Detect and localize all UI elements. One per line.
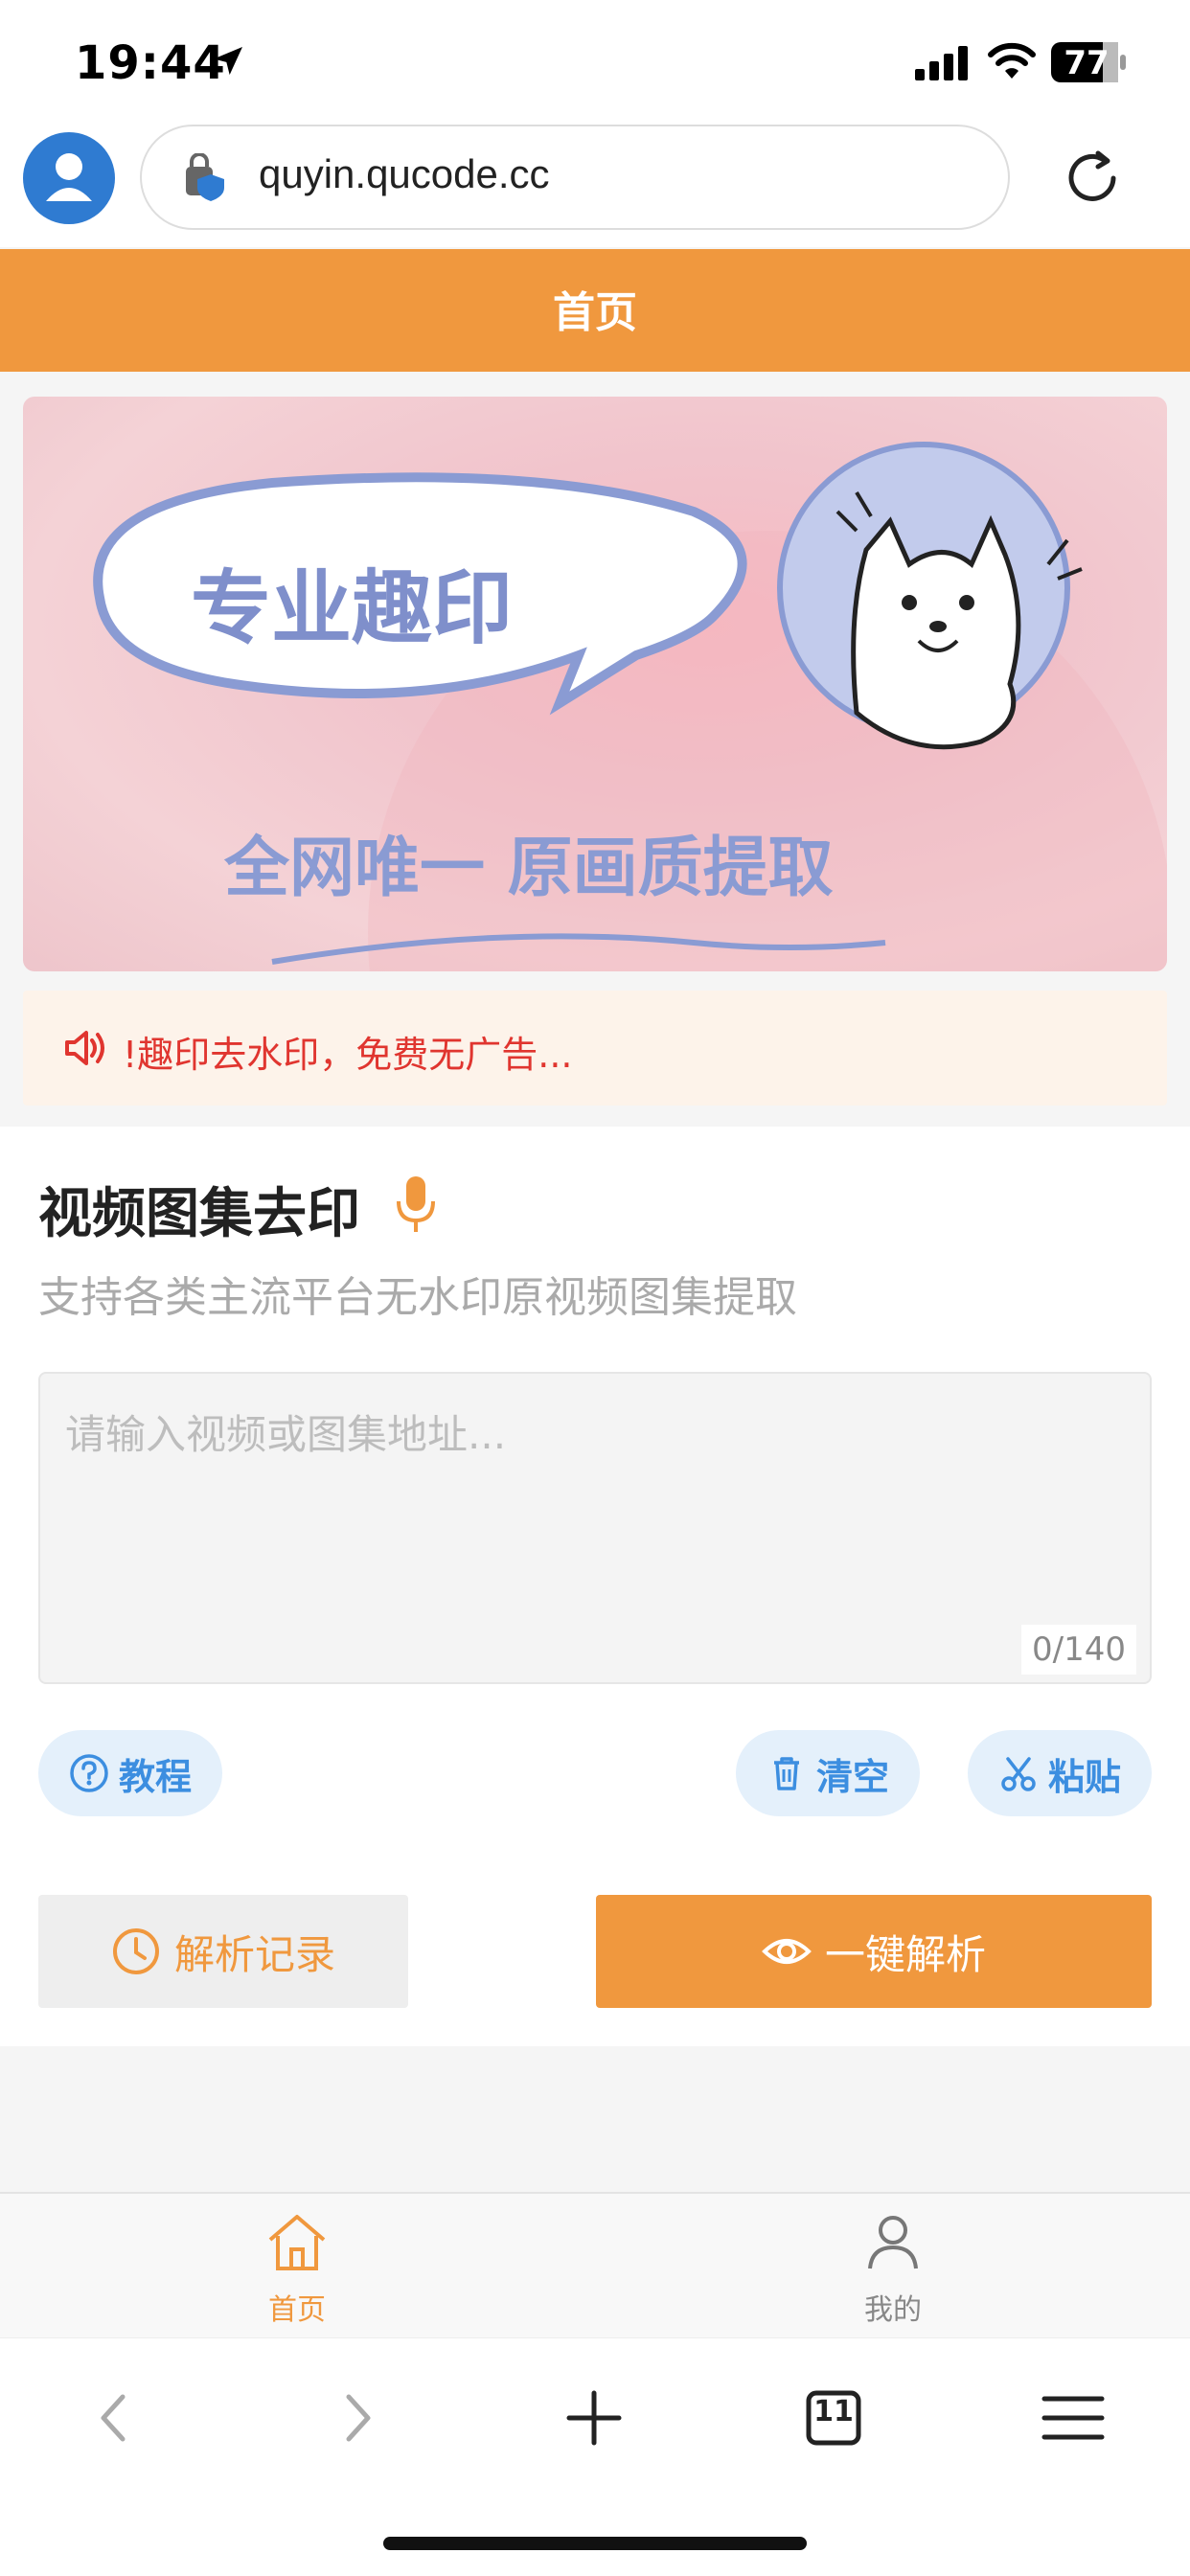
- tab-mine-label: 我的: [864, 2293, 922, 2327]
- forward-chevron-icon[interactable]: [318, 2380, 395, 2456]
- card-title: 视频图集去印: [38, 1183, 360, 1245]
- location-arrow-icon: [214, 47, 242, 76]
- promo-banner[interactable]: 专业趣印 全网唯一 原画质提取: [23, 397, 1167, 971]
- wifi-icon: [988, 42, 1036, 79]
- clear-label: 清空: [815, 1755, 889, 1798]
- reload-icon[interactable]: [1060, 146, 1125, 211]
- parse-label: 一键解析: [824, 1930, 986, 1978]
- home-icon: [268, 2215, 326, 2270]
- one-click-parse-button[interactable]: 一键解析: [596, 1895, 1152, 2008]
- clear-button[interactable]: 清空: [736, 1730, 920, 1816]
- menu-icon[interactable]: [1035, 2380, 1111, 2456]
- character-counter: 0/140: [1021, 1625, 1136, 1675]
- banner-tagline: 全网唯一 原画质提取: [223, 831, 834, 906]
- tab-home[interactable]: 首页: [201, 2207, 393, 2328]
- speaker-icon: [65, 1031, 104, 1065]
- status-time: 19:44: [75, 36, 226, 90]
- microphone-icon[interactable]: [395, 1174, 437, 1234]
- battery-level: 77: [1064, 44, 1110, 82]
- history-label: 解析记录: [173, 1930, 335, 1978]
- paste-label: 粘贴: [1047, 1755, 1121, 1798]
- banner-headline: 专业趣印: [191, 561, 513, 655]
- plus-icon[interactable]: [556, 2380, 632, 2456]
- tab-mine[interactable]: 我的: [797, 2207, 989, 2328]
- video-url-input[interactable]: [38, 1372, 1152, 1684]
- back-chevron-icon[interactable]: [77, 2380, 153, 2456]
- user-avatar-icon: [46, 153, 92, 201]
- eye-icon: [762, 1939, 812, 1964]
- user-icon: [868, 2216, 918, 2269]
- cellular-signal-icon: [915, 46, 968, 80]
- paste-button[interactable]: 粘贴: [968, 1730, 1152, 1816]
- tab-home-label: 首页: [268, 2293, 326, 2327]
- parse-history-button[interactable]: 解析记录: [38, 1895, 408, 2008]
- clock-icon: [112, 1928, 159, 1974]
- scissors-icon: [1001, 1757, 1036, 1791]
- site-security-icon[interactable]: [182, 153, 226, 201]
- home-indicator: [383, 2537, 807, 2550]
- trash-icon: [773, 1757, 799, 1790]
- page-title: 首页: [553, 288, 637, 337]
- bottom-tab-bar: [0, 2192, 1190, 2337]
- notice-text: !趣印去水印，免费无广告...: [123, 1034, 573, 1076]
- card-subtitle: 支持各类主流平台无水印原视频图集提取: [38, 1273, 797, 1322]
- tab-count: 11: [813, 2395, 854, 2428]
- question-circle-icon: [70, 1754, 108, 1792]
- tutorial-label: 教程: [118, 1755, 192, 1798]
- banner-illustration: 专业趣印 全网唯一 原画质提取: [93, 442, 1167, 971]
- url-text[interactable]: quyin.qucode.cc: [259, 151, 550, 197]
- tutorial-button[interactable]: 教程: [38, 1730, 222, 1816]
- profile-avatar-button[interactable]: [23, 132, 115, 224]
